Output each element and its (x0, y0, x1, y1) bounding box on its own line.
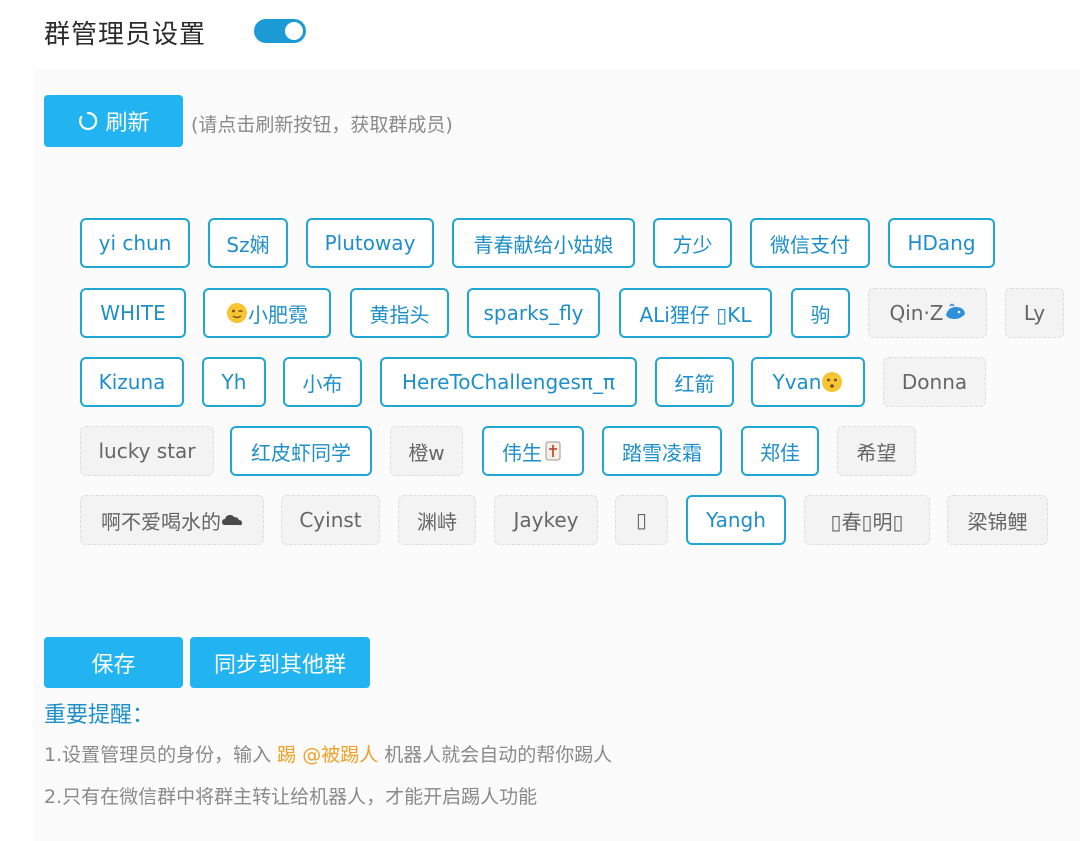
member-tag[interactable]: Cyinst (281, 495, 380, 545)
member-tag[interactable]: Plutoway (306, 218, 434, 268)
notice-line-1-suffix: 机器人就会自动的帮你踢人 (378, 744, 613, 766)
member-name: 小布 (302, 371, 343, 396)
page-title: 群管理员设置 (44, 19, 207, 50)
member-name: 驹 (810, 302, 831, 327)
member-tag[interactable]: Qin·Z (868, 288, 987, 338)
member-name: 红箭 (674, 371, 715, 396)
member-tag[interactable]: 伟生 (482, 426, 584, 476)
notice-title: 重要提醒： (44, 703, 155, 728)
member-name: 小肥霓 (248, 302, 308, 327)
notice-line-1-prefix: 1.设置管理员的身份，输入 (44, 744, 278, 766)
member-name: 梁锦鲤 (967, 509, 1028, 534)
whale-emoji (945, 303, 965, 319)
refresh-icon (79, 111, 98, 131)
member-name: lucky star (98, 439, 196, 463)
member-tag[interactable]: 驹 (791, 288, 850, 338)
member-tag[interactable]: 啊不爱喝水的 (80, 495, 264, 545)
member-tag[interactable]: 小肥霓 (203, 288, 331, 338)
member-tag[interactable]: HDang (888, 218, 995, 268)
member-name: 郑佳 (760, 440, 800, 465)
admin-toggle[interactable] (254, 19, 306, 43)
member-tag[interactable]: yi chun (80, 218, 190, 268)
member-name: Sz娴 (226, 232, 270, 257)
notice-line-1: 1.设置管理员的身份，输入 踢 @被踢人 机器人就会自动的帮你踢人 (44, 740, 612, 767)
member-tag[interactable]: Donna (883, 357, 986, 407)
member-tag[interactable]: 黄指头 (350, 288, 449, 338)
member-name: WHITE (100, 301, 166, 325)
member-name: Jaykey (513, 508, 579, 532)
member-name: ALi狸仔 ▯KL (639, 302, 752, 327)
member-tag[interactable]: 橙w (390, 426, 463, 476)
member-tag[interactable]: HereToChallengesπ_π (380, 357, 637, 407)
neutral-face-emoji (822, 372, 843, 392)
member-tag[interactable]: ALi狸仔 ▯KL (619, 288, 772, 338)
member-tag[interactable]: 微信支付 (750, 218, 870, 268)
member-tag[interactable]: Yh (202, 357, 266, 407)
member-name: Yangh (706, 508, 766, 532)
member-tag[interactable]: Kizuna (80, 357, 184, 407)
member-name: ▯春▯明▯ (830, 509, 904, 534)
member-tag[interactable]: ▯ (615, 495, 668, 545)
wink-face-emoji (227, 303, 247, 323)
refresh-button[interactable]: 刷新 (44, 95, 183, 147)
member-name: Cyinst (299, 508, 362, 532)
header: 群管理员设置 (44, 12, 206, 52)
member-tag[interactable]: Jaykey (494, 495, 598, 545)
member-tag[interactable]: Sz娴 (208, 218, 288, 268)
refresh-label: 刷新 (105, 111, 150, 136)
member-tag[interactable]: ▯春▯明▯ (804, 495, 930, 545)
member-name: 青春献给小姑娘 (473, 232, 614, 257)
notice-line-2: 2.只有在微信群中将群主转让给机器人，才能开启踢人功能 (44, 786, 538, 808)
member-name: yi chun (98, 231, 172, 255)
member-name: Yh (221, 370, 247, 394)
member-tag[interactable]: 踏雪凌霜 (602, 426, 722, 476)
refresh-hint: (请点击刷新按钮，获取群成员) (191, 114, 453, 136)
sync-to-other-groups-button[interactable]: 同步到其他群 (190, 637, 370, 688)
member-name: Qin·Z (889, 301, 944, 325)
member-tag[interactable]: 青春献给小姑娘 (452, 218, 635, 268)
member-tag[interactable]: sparks_fly (467, 288, 600, 338)
member-tag[interactable]: 希望 (837, 426, 916, 476)
member-name: 微信支付 (770, 232, 850, 257)
member-name: sparks_fly (483, 301, 584, 325)
member-tag[interactable]: 梁锦鲤 (947, 495, 1048, 545)
member-name: 伟生 (502, 440, 542, 465)
member-name: Plutoway (324, 231, 416, 255)
member-name: Kizuna (98, 370, 166, 394)
member-name: 黄指头 (369, 302, 430, 327)
save-button[interactable]: 保存 (44, 637, 183, 688)
member-name: HereToChallengesπ_π (402, 370, 615, 394)
member-name: Ly (1023, 301, 1046, 325)
member-name: 橙w (408, 440, 445, 465)
member-name: 红皮虾同学 (251, 440, 351, 465)
member-tag[interactable]: 小布 (283, 357, 362, 407)
mahjong-emoji (545, 441, 561, 461)
member-tag[interactable]: 方少 (653, 218, 732, 268)
member-name: 渊峙 (417, 509, 457, 534)
cloud-emoji (222, 515, 242, 526)
member-tag[interactable]: 渊峙 (398, 495, 476, 545)
member-name: 希望 (856, 440, 897, 465)
member-name: 方少 (672, 232, 713, 257)
member-tag[interactable]: Ly (1005, 288, 1064, 338)
member-name: 踏雪凌霜 (622, 440, 702, 465)
toggle-knob (285, 22, 303, 40)
member-name: Donna (901, 370, 968, 394)
member-tag[interactable]: 红箭 (655, 357, 734, 407)
member-tag[interactable]: 红皮虾同学 (230, 426, 372, 476)
member-tag[interactable]: Yvan (751, 357, 865, 407)
member-tag[interactable]: lucky star (80, 426, 214, 476)
member-tag[interactable]: 郑佳 (741, 426, 819, 476)
member-name: 啊不爱喝水的 (101, 509, 221, 534)
member-name: ▯ (635, 508, 647, 532)
kick-command: 踢 @被踢人 (277, 744, 379, 766)
member-tag[interactable]: Yangh (686, 495, 786, 545)
member-tag[interactable]: WHITE (80, 288, 186, 338)
member-name: Yvan (772, 370, 822, 394)
member-name: HDang (907, 231, 976, 255)
